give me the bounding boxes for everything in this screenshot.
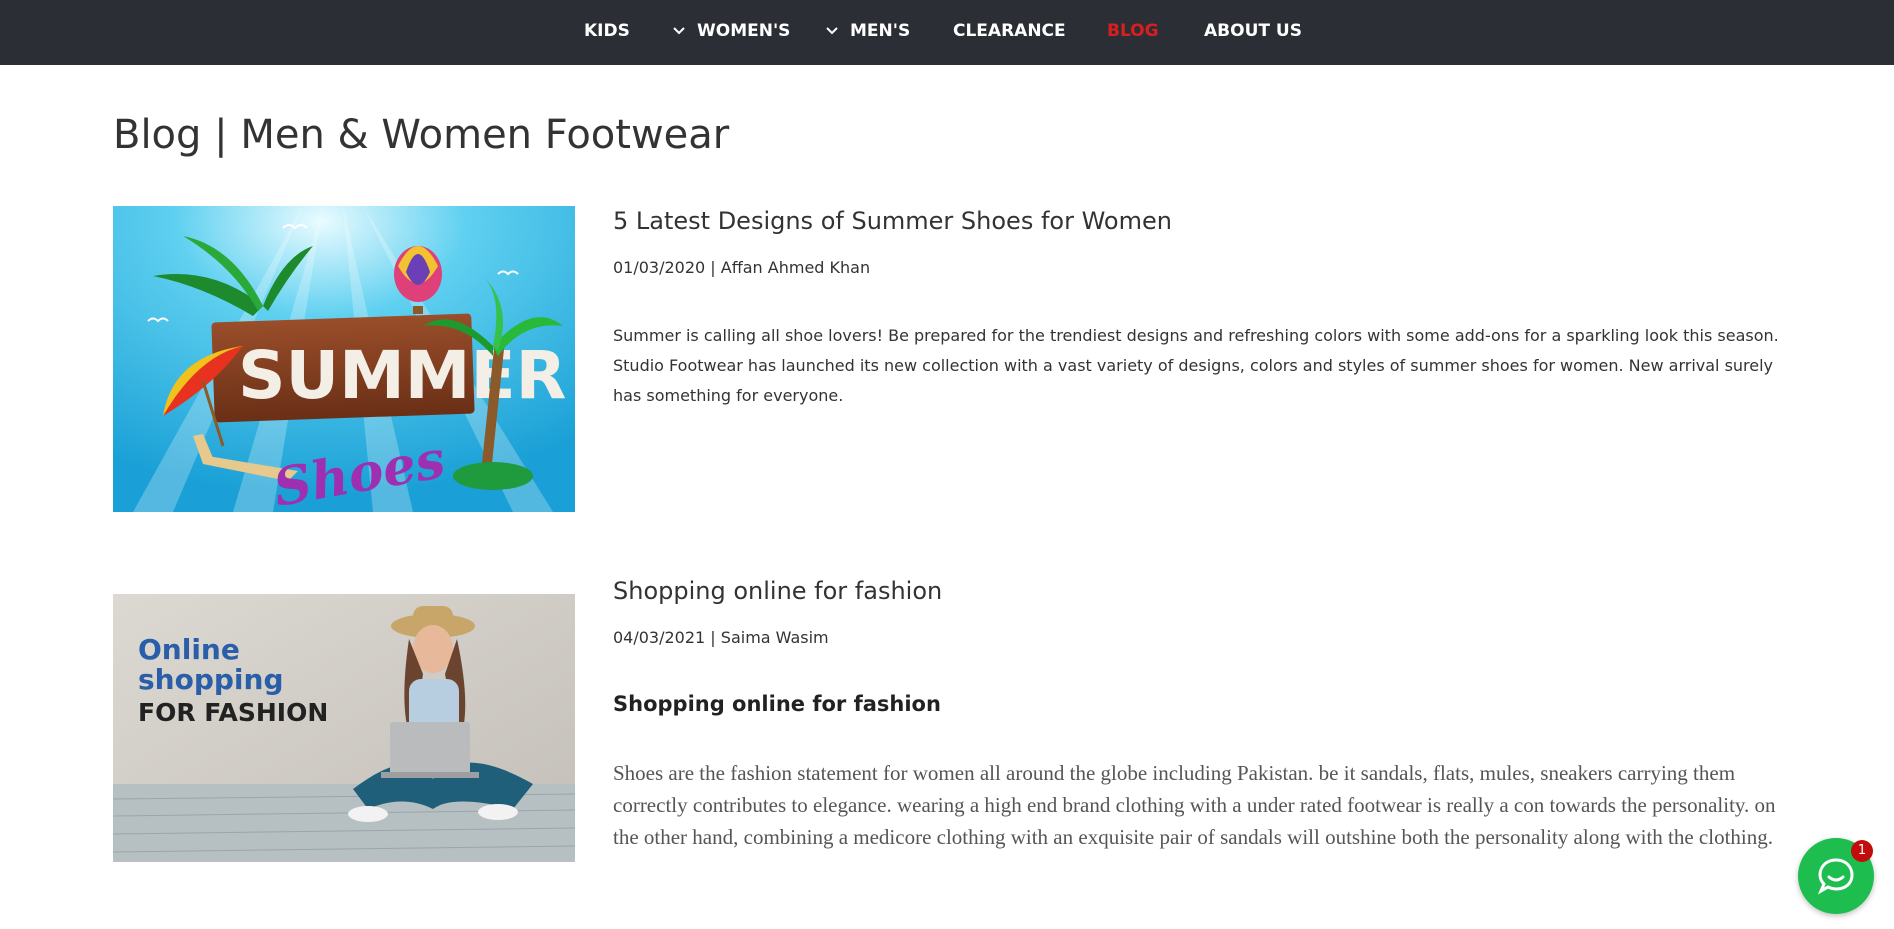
- sign-text: SUMMER: [238, 337, 566, 414]
- chevron-down-icon: [673, 27, 687, 35]
- post-thumbnail-online-shopping[interactable]: Online shopping FOR FASHION: [113, 594, 575, 862]
- image-text-line2: shopping: [138, 663, 284, 696]
- page-title: Blog | Men & Women Footwear: [113, 112, 730, 158]
- post-body: Shoes are the fashion statement for wome…: [613, 761, 1776, 849]
- nav-item-about-us[interactable]: ABOUT US: [1204, 0, 1302, 62]
- nav-item-label: BLOG: [1107, 21, 1159, 41]
- post-subheading: Shopping online for fashion: [613, 692, 941, 716]
- image-text-line3: FOR FASHION: [138, 698, 328, 727]
- post-excerpt: Summer is calling all shoe lovers! Be pr…: [613, 326, 1779, 405]
- post-thumbnail-summer-shoes[interactable]: SUMMER Shoes: [113, 206, 575, 512]
- nav-item-label: WOMEN'S: [697, 21, 791, 41]
- post-meta: 04/03/2021 | Saima Wasim: [613, 628, 829, 647]
- post-meta: 01/03/2020 | Affan Ahmed Khan: [613, 258, 871, 277]
- image-text-line1: Online: [138, 633, 240, 666]
- top-navigation-bar: KIDS WOMEN'S MEN'S CLEARANCE BLOG ABOUT …: [0, 0, 1894, 65]
- nav-item-womens[interactable]: WOMEN'S: [673, 0, 790, 62]
- chevron-down-icon: [826, 27, 840, 35]
- post-title[interactable]: Shopping online for fashion: [613, 577, 942, 605]
- post-title[interactable]: 5 Latest Designs of Summer Shoes for Wom…: [613, 207, 1172, 235]
- chat-notification-badge: 1: [1851, 840, 1873, 862]
- nav-item-clearance[interactable]: CLEARANCE: [953, 0, 1066, 62]
- chat-bubble-icon: [1817, 858, 1854, 895]
- nav-item-mens[interactable]: MEN'S: [826, 0, 910, 62]
- nav-item-label: CLEARANCE: [953, 21, 1066, 41]
- nav-item-kids[interactable]: KIDS: [584, 0, 630, 62]
- nav-item-label: KIDS: [584, 21, 630, 41]
- nav-item-label: ABOUT US: [1204, 21, 1302, 41]
- nav-item-blog[interactable]: BLOG: [1107, 0, 1159, 62]
- nav-item-label: MEN'S: [850, 21, 911, 41]
